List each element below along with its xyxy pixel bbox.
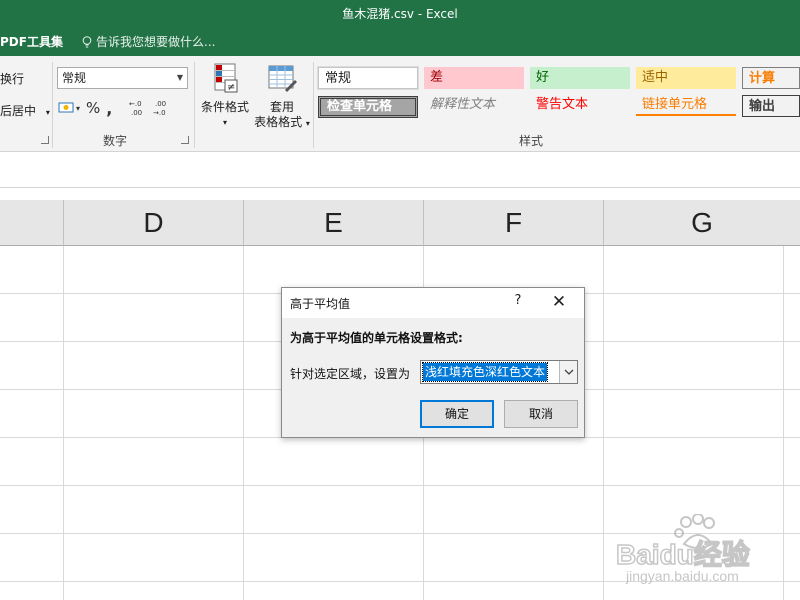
format-as-table-label-1: 套用 — [269, 100, 294, 114]
currency-dropdown-icon: ▾ — [76, 103, 81, 113]
style-explanatory-text[interactable]: 解释性文本 — [424, 94, 524, 116]
decrease-decimal-icon: .00 →.0 — [153, 100, 166, 117]
help-icon[interactable]: ? — [512, 293, 524, 311]
format-as-table-label-2: 表格格式 ▾ — [254, 115, 310, 129]
window-title: 鱼木混猪.csv - Excel — [342, 7, 458, 21]
baidu-watermark: Baidu经验 jingyan.baidu.com — [612, 513, 798, 594]
merge-center-button[interactable]: 后居中 ▾ — [0, 102, 50, 119]
svg-text:←.0: ←.0 — [129, 100, 142, 108]
format-style-dropdown-button[interactable] — [559, 361, 577, 383]
column-header-d[interactable]: D — [64, 200, 244, 246]
style-normal[interactable]: 常规 — [317, 66, 419, 90]
number-launcher-icon[interactable] — [181, 136, 189, 144]
column-header-e[interactable]: E — [244, 200, 424, 246]
svg-text:.00: .00 — [131, 109, 142, 117]
tab-pdf-tools[interactable]: PDF工具集 — [0, 28, 63, 56]
conditional-formatting-label: 条件格式 — [200, 100, 249, 114]
range-format-label: 针对选定区域，设置为 — [290, 367, 411, 381]
style-neutral[interactable]: 适中 — [636, 67, 736, 89]
style-bad[interactable]: 差 — [424, 67, 524, 89]
baidu-paw-logo: Baidu经验 — [615, 513, 751, 571]
number-format-value: 常规 — [62, 71, 87, 85]
merge-dropdown-icon: ▾ — [45, 108, 50, 117]
number-format-dropdown[interactable]: 常规 ▼ — [57, 67, 188, 89]
conditional-formatting-icon: ≠ — [214, 63, 238, 93]
comma-button[interactable]: , — [106, 98, 112, 118]
alignment-launcher-icon[interactable] — [41, 136, 49, 144]
close-icon[interactable]: ✕ — [550, 293, 568, 311]
conditional-formatting-dropdown-icon: ▾ — [222, 118, 227, 127]
currency-icon — [58, 102, 74, 113]
chevron-down-icon: ▼ — [176, 73, 183, 82]
grid-column-line — [603, 246, 604, 600]
wrap-text-button[interactable]: 换行 — [0, 70, 24, 87]
style-warning-text[interactable]: 警告文本 — [530, 94, 630, 116]
format-as-table-icon — [268, 65, 297, 92]
style-good[interactable]: 好 — [530, 67, 630, 89]
style-check-cell[interactable]: 检查单元格 — [318, 96, 418, 118]
style-calculation[interactable]: 计算 — [742, 67, 800, 89]
ribbon: 换行 后居中 ▾ 常规 ▼ ▾ % , ←.0 .00 .00 →.0 数字 ≠… — [0, 56, 800, 152]
dialog-heading: 为高于平均值的单元格设置格式: — [290, 331, 463, 345]
ribbon-tab-strip: PDF工具集 告诉我您想要做什么... — [0, 28, 800, 56]
column-header-g[interactable]: G — [604, 200, 800, 246]
watermark-brand: Baidu经验 — [616, 538, 750, 570]
svg-text:→.0: →.0 — [153, 109, 166, 117]
number-tools: ▾ % , ←.0 .00 .00 →.0 — [58, 98, 170, 118]
dialog-title-bar[interactable]: 高于平均值 ? ✕ — [282, 288, 584, 318]
lightbulb-icon — [82, 35, 92, 47]
format-as-table-dropdown-icon: ▾ — [305, 119, 310, 128]
above-average-dialog: 高于平均值 ? ✕ 为高于平均值的单元格设置格式: 针对选定区域，设置为 浅红填… — [281, 287, 585, 438]
watermark-url: jingyan.baidu.com — [626, 568, 739, 584]
tell-me-text: 告诉我您想要做什么... — [96, 35, 216, 49]
format-style-value: 浅红填充色深红色文本 — [421, 362, 549, 382]
currency-format-button[interactable]: ▾ — [58, 98, 80, 118]
formula-bar-gap — [0, 188, 800, 200]
format-style-select[interactable]: 浅红填充色深红色文本 — [420, 360, 578, 384]
grid-row-line — [0, 485, 800, 486]
conditional-formatting-button[interactable]: ≠ 条件格式 ▾ — [198, 62, 252, 130]
format-as-table-button[interactable]: 套用 表格格式 ▾ — [252, 62, 312, 131]
style-linked-cell[interactable]: 链接单元格 — [636, 94, 736, 116]
number-group-label: 数字 — [103, 134, 128, 148]
column-header-f[interactable]: F — [424, 200, 604, 246]
ok-button[interactable]: 确定 — [420, 400, 494, 428]
tell-me-search[interactable]: 告诉我您想要做什么... — [82, 28, 215, 56]
window-title-bar: 鱼木混猪.csv - Excel — [0, 0, 800, 28]
grid-column-line — [243, 246, 244, 600]
svg-text:.00: .00 — [155, 100, 166, 108]
grid-column-line — [63, 246, 64, 600]
svg-text:≠: ≠ — [227, 82, 235, 93]
column-header-g-label: G — [691, 207, 713, 238]
group-separator — [194, 62, 195, 148]
percent-button[interactable]: % — [86, 98, 100, 118]
dialog-title: 高于平均值 — [290, 297, 351, 311]
chevron-down-icon — [564, 369, 574, 375]
formula-bar[interactable] — [0, 152, 800, 188]
merge-center-label: 后居中 — [0, 104, 37, 118]
styles-group-label: 样式 — [519, 134, 544, 148]
increase-decimal-button[interactable]: ←.0 .00 — [128, 98, 146, 118]
group-separator — [313, 62, 314, 148]
cancel-button[interactable]: 取消 — [504, 400, 578, 428]
increase-decimal-icon: ←.0 .00 — [129, 100, 142, 117]
style-output[interactable]: 输出 — [742, 95, 800, 117]
group-separator — [52, 62, 53, 148]
decrease-decimal-button[interactable]: .00 →.0 — [152, 98, 170, 118]
column-header-partial[interactable] — [0, 200, 64, 246]
